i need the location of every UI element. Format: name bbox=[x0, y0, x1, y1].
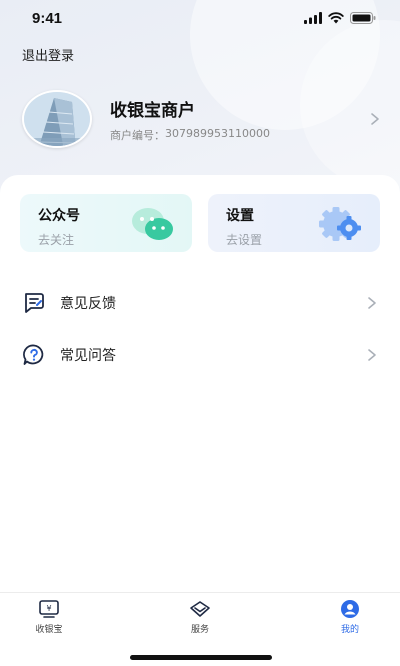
menu-item-label: 意见反馈 bbox=[60, 296, 116, 312]
tab-service[interactable]: 服务 bbox=[170, 599, 230, 635]
menu-item-feedback[interactable]: 意见反馈 bbox=[22, 289, 378, 317]
wifi-icon bbox=[328, 12, 344, 24]
chevron-right-icon bbox=[371, 113, 379, 125]
menu-item-label: 常见问答 bbox=[60, 348, 116, 364]
tab-cashier[interactable]: ¥ 收银宝 bbox=[19, 599, 79, 635]
faq-icon bbox=[23, 344, 44, 365]
wechat-icon bbox=[132, 208, 173, 240]
tab-label: 我的 bbox=[340, 625, 359, 635]
status-time: 9:41 bbox=[32, 9, 63, 27]
home-indicator bbox=[130, 655, 272, 660]
signal-icon bbox=[304, 12, 322, 24]
status-icons bbox=[304, 12, 376, 24]
bottom-tab-bar: ¥ 收银宝 服务 我的 bbox=[0, 592, 400, 642]
svg-text:¥: ¥ bbox=[46, 604, 51, 613]
official-account-card[interactable]: 公众号 去关注 bbox=[20, 194, 192, 252]
merchant-id-label: 商户编号： bbox=[110, 128, 165, 142]
merchant-name: 收银宝商户 bbox=[110, 100, 195, 121]
chevron-right-icon bbox=[368, 349, 376, 361]
service-icon bbox=[190, 601, 210, 617]
feedback-icon bbox=[25, 293, 44, 313]
building-image bbox=[24, 92, 90, 146]
register-icon: ¥ bbox=[39, 600, 59, 618]
merchant-id-value: 307989953110000 bbox=[165, 126, 270, 140]
status-bar: 9:41 bbox=[0, 0, 400, 36]
tab-mine[interactable]: 我的 bbox=[320, 599, 380, 635]
merchant-id: 商户编号： 307989953110000 bbox=[110, 127, 368, 143]
profile-icon bbox=[341, 600, 359, 618]
content-sheet: 公众号 去关注 设置 去设置 意见反馈 常见问答 bbox=[0, 175, 400, 595]
logout-link[interactable]: 退出登录 bbox=[22, 45, 74, 64]
settings-card[interactable]: 设置 去设置 bbox=[208, 194, 380, 252]
gear-icon bbox=[319, 207, 361, 241]
battery-icon bbox=[350, 12, 376, 24]
tab-label: 服务 bbox=[190, 625, 209, 635]
avatar bbox=[22, 90, 92, 148]
tab-label: 收银宝 bbox=[35, 625, 63, 635]
profile-row[interactable]: 收银宝商户 商户编号： 307989953110000 bbox=[22, 90, 382, 148]
menu-item-faq[interactable]: 常见问答 bbox=[22, 341, 378, 369]
chevron-right-icon bbox=[368, 297, 376, 309]
